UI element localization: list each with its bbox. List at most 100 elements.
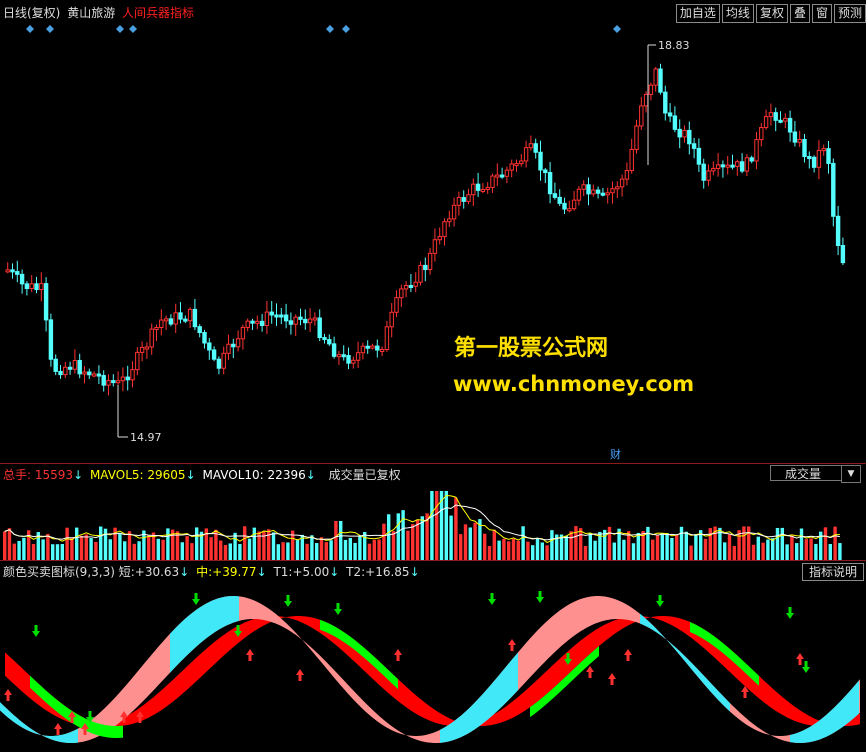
candle-body	[351, 359, 356, 364]
up-arrow-icon	[394, 649, 402, 661]
signal-diamond	[26, 25, 34, 33]
candle-body	[125, 376, 130, 381]
indicator-name[interactable]: 人间兵器指标	[122, 6, 194, 20]
price-header: 日线(复权) 黄山旅游 人间兵器指标	[3, 4, 197, 21]
indicator-pane[interactable]: 颜色买卖图标(9,3,3) 短:+30.63↓ 中:+39.77↓ T1:+5.…	[0, 560, 866, 752]
candle-body	[475, 183, 481, 191]
volume-bar	[243, 526, 247, 561]
volume-type-select[interactable]: 成交量 ▼	[770, 465, 861, 483]
candle-body	[423, 264, 428, 271]
high-price-label: 18.83	[658, 39, 690, 52]
up-arrow-icon	[796, 653, 804, 665]
candle-body	[211, 349, 217, 360]
candle-body	[15, 271, 20, 275]
candle-body	[365, 345, 370, 349]
volume-bar	[574, 526, 578, 561]
candle-body	[447, 218, 452, 223]
finance-mark[interactable]: 财	[610, 446, 621, 462]
candle-body	[778, 119, 783, 123]
candle-body	[523, 147, 529, 162]
adjust-rights-button[interactable]: 复权	[755, 4, 788, 23]
overlay-button[interactable]: 叠	[789, 4, 810, 23]
volume-bar	[694, 534, 698, 561]
down-arrow-icon: ↓	[329, 565, 340, 579]
candle-body	[821, 148, 826, 152]
candle-body	[519, 160, 524, 165]
volume-bar	[79, 535, 84, 561]
signal-diamond	[129, 25, 137, 33]
candle-body	[322, 337, 327, 341]
candle-body	[562, 202, 567, 210]
candle-body	[29, 283, 34, 290]
candle-body	[355, 352, 361, 361]
volume-bar	[550, 530, 554, 561]
forecast-button[interactable]: 预测	[833, 4, 866, 23]
volume-bar	[833, 526, 837, 561]
volume-bar	[108, 539, 112, 561]
volume-bar	[809, 538, 813, 561]
volume-pane[interactable]: 总手: 15593↓ MAVOL5: 29605↓ MAVOL10: 22396…	[0, 463, 866, 561]
volume-bar	[732, 545, 736, 561]
moving-average-button[interactable]: 均线	[721, 4, 754, 23]
volume-bar	[679, 526, 684, 561]
volume-bar	[310, 535, 314, 561]
volume-bar	[487, 545, 492, 561]
candle-body	[115, 380, 121, 384]
signal-diamond	[342, 25, 350, 33]
volume-bar	[415, 519, 420, 561]
down-arrow-icon	[192, 593, 200, 605]
volume-bar	[180, 542, 184, 561]
candle-body	[245, 320, 250, 328]
candle-body	[442, 221, 447, 238]
candle-body	[701, 163, 706, 181]
volume-bar	[267, 529, 271, 561]
candle-body	[250, 320, 255, 324]
volume-bar	[65, 527, 69, 561]
candle-body	[43, 283, 49, 321]
candle-body	[293, 316, 298, 325]
candle-body	[615, 186, 620, 190]
candle-body	[691, 143, 697, 149]
down-arrow-icon	[656, 595, 664, 607]
volume-bar	[286, 542, 290, 561]
volume-bar	[7, 528, 12, 561]
candle-body	[543, 169, 548, 174]
candle-body	[111, 380, 116, 384]
indicator-help-button[interactable]: 指标说明	[801, 563, 864, 581]
volume-bar	[785, 544, 789, 561]
low-price-label: 14.97	[130, 431, 162, 444]
add-watchlist-button[interactable]: 加自选	[675, 4, 720, 23]
volume-bar	[675, 534, 679, 561]
volume-bar	[804, 539, 808, 561]
candle-body	[163, 318, 169, 322]
price-chart-pane[interactable]: 日线(复权) 黄山旅游 人间兵器指标 加自选 均线 复权 叠 窗 预测 14.9…	[0, 0, 866, 463]
candle-body	[183, 318, 188, 322]
candle-body	[739, 161, 745, 172]
candle-body	[101, 375, 106, 386]
chevron-down-icon[interactable]: ▼	[841, 465, 861, 483]
candle-body	[87, 371, 92, 376]
volume-bar	[233, 532, 237, 561]
candle-body	[235, 338, 241, 348]
candle-body	[259, 320, 265, 326]
indicator-chart[interactable]	[0, 561, 866, 752]
candle-body	[586, 184, 591, 195]
candle-body	[403, 284, 409, 290]
volume-bar	[185, 536, 189, 561]
window-button[interactable]: 窗	[811, 4, 832, 23]
candle-body	[269, 311, 274, 316]
watermark-title: 第一股票公式网	[454, 336, 609, 361]
mavol5-value: 29605	[147, 468, 186, 482]
volume-bar	[391, 531, 396, 561]
candle-body	[648, 84, 654, 95]
signal-diamond	[116, 25, 124, 33]
candlestick-chart[interactable]	[0, 0, 866, 463]
candle-body	[591, 189, 596, 195]
volume-bar	[607, 526, 612, 561]
volume-bar	[449, 515, 453, 561]
volume-bar	[463, 524, 468, 561]
candle-body	[725, 164, 730, 168]
candle-body	[485, 186, 490, 190]
volume-bar	[305, 543, 309, 561]
volume-bar	[3, 531, 7, 561]
